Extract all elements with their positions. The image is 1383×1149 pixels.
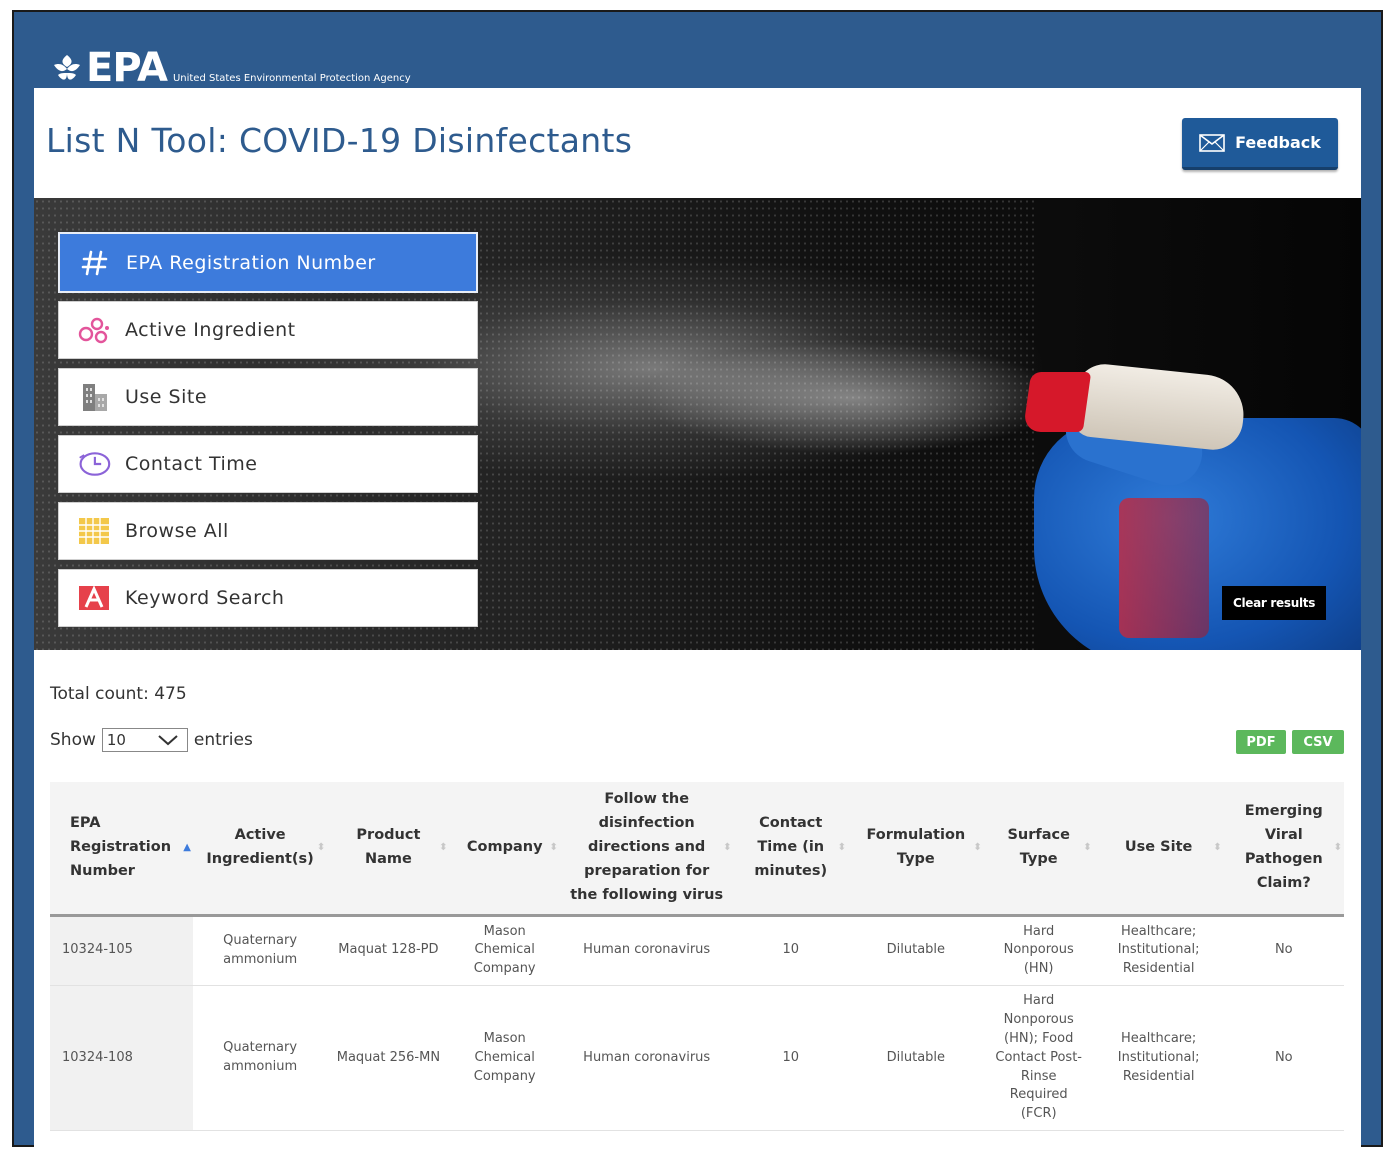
col-company[interactable]: Company ⬍ bbox=[449, 782, 560, 917]
cell-company: Mason Chemical Company bbox=[449, 985, 560, 1132]
menu-item-contact-time[interactable]: Contact Time bbox=[58, 435, 478, 493]
cell-surface-type: Hard Nonporous (HN) bbox=[983, 915, 1094, 987]
entries-select[interactable]: 10 bbox=[101, 728, 188, 752]
entries-label: entries bbox=[193, 730, 253, 750]
menu-label-contact-time: Contact Time bbox=[125, 453, 258, 475]
cell-formulation-type: Dilutable bbox=[847, 985, 984, 1132]
sort-icon: ⬍ bbox=[1213, 841, 1222, 853]
cell-virus: Human coronavirus bbox=[559, 915, 734, 987]
cell-contact-time: 10 bbox=[733, 985, 848, 1132]
cell-company: Mason Chemical Company bbox=[449, 915, 560, 987]
spray-nozzle bbox=[1022, 372, 1092, 432]
sort-icon: ⬍ bbox=[1083, 841, 1092, 853]
cell-registration-number: 10324-108 bbox=[50, 985, 193, 1132]
cell-emerging-pathogen: No bbox=[1223, 985, 1344, 1132]
page-title: List N Tool: COVID-19 Disinfectants bbox=[46, 121, 633, 160]
results-table: EPA Registration Number ▲ Active Ingredie… bbox=[50, 782, 1344, 1132]
sort-icon: ⬍ bbox=[439, 841, 448, 853]
search-menu: EPA Registration Number Active Ingredien… bbox=[58, 232, 478, 636]
col-registration-number[interactable]: EPA Registration Number ▲ bbox=[50, 782, 193, 917]
epa-flower-icon bbox=[54, 55, 80, 80]
clock-icon bbox=[77, 449, 111, 479]
cell-emerging-pathogen: No bbox=[1223, 915, 1344, 987]
cell-virus: Human coronavirus bbox=[559, 985, 734, 1132]
epa-logo[interactable]: EPA United States Environmental Protecti… bbox=[50, 32, 411, 88]
cell-registration-number: 10324-105 bbox=[50, 915, 193, 987]
col-active-ingredient[interactable]: Active Ingredient(s) ⬍ bbox=[192, 782, 328, 917]
menu-label-keyword-search: Keyword Search bbox=[125, 587, 285, 609]
sort-icon: ⬍ bbox=[549, 841, 558, 853]
grid-icon bbox=[77, 516, 111, 546]
page-length-control: Show 10 entries bbox=[50, 728, 253, 752]
menu-item-registration-number[interactable]: EPA Registration Number bbox=[58, 232, 478, 293]
sort-icon: ⬍ bbox=[973, 841, 982, 853]
clear-results-button[interactable]: Clear results bbox=[1222, 586, 1326, 620]
cell-product-name: Maquat 256-MN bbox=[327, 985, 450, 1132]
export-pdf-button[interactable]: PDF bbox=[1236, 730, 1286, 754]
cell-active-ingredient: Quaternary ammonium bbox=[192, 985, 328, 1132]
sort-icon: ⬍ bbox=[837, 841, 846, 853]
chevron-down-icon bbox=[158, 735, 178, 746]
building-icon bbox=[77, 382, 111, 412]
col-product-name[interactable]: Product Name ⬍ bbox=[327, 782, 450, 917]
col-formulation-type[interactable]: Formulation Type ⬍ bbox=[847, 782, 984, 917]
agency-name: United States Environmental Protection A… bbox=[172, 73, 411, 84]
envelope-icon bbox=[1199, 133, 1225, 152]
sort-icon: ⬍ bbox=[316, 841, 326, 853]
menu-item-active-ingredient[interactable]: Active Ingredient bbox=[58, 301, 478, 359]
table-row[interactable]: 10324-108 Quaternary ammonium Maquat 256… bbox=[50, 985, 1344, 1132]
col-virus[interactable]: Follow the disinfection directions and p… bbox=[559, 782, 734, 917]
logo-text: EPA bbox=[86, 45, 168, 91]
menu-label-registration-number: EPA Registration Number bbox=[126, 251, 376, 274]
hero-banner: EPA Registration Number Active Ingredien… bbox=[34, 198, 1361, 650]
sort-asc-icon: ▲ bbox=[183, 841, 191, 853]
cell-product-name: Maquat 128-PD bbox=[327, 915, 450, 987]
cell-active-ingredient: Quaternary ammonium bbox=[192, 915, 328, 987]
menu-item-use-site[interactable]: Use Site bbox=[58, 368, 478, 426]
main-content: List N Tool: COVID-19 Disinfectants Feed… bbox=[34, 88, 1361, 1149]
menu-item-browse-all[interactable]: Browse All bbox=[58, 502, 478, 560]
col-contact-time[interactable]: Contact Time (in minutes) ⬍ bbox=[733, 782, 848, 917]
cell-use-site: Healthcare; Institutional; Residential bbox=[1093, 915, 1224, 987]
total-count: Total count: 475 bbox=[50, 684, 187, 704]
table-header-row: EPA Registration Number ▲ Active Ingredie… bbox=[50, 782, 1344, 917]
hash-icon bbox=[78, 248, 112, 278]
table-row[interactable]: 10324-105 Quaternary ammonium Maquat 128… bbox=[50, 915, 1344, 987]
sort-icon: ⬍ bbox=[723, 841, 732, 853]
title-row: List N Tool: COVID-19 Disinfectants Feed… bbox=[34, 88, 1361, 196]
feedback-label: Feedback bbox=[1235, 133, 1321, 152]
menu-label-active-ingredient: Active Ingredient bbox=[125, 319, 296, 341]
export-csv-button[interactable]: CSV bbox=[1292, 730, 1344, 754]
cell-use-site: Healthcare; Institutional; Residential bbox=[1093, 985, 1224, 1132]
menu-label-browse-all: Browse All bbox=[125, 520, 229, 542]
menu-item-keyword-search[interactable]: Keyword Search bbox=[58, 569, 478, 627]
col-surface-type[interactable]: Surface Type ⬍ bbox=[983, 782, 1094, 917]
cell-formulation-type: Dilutable bbox=[847, 915, 984, 987]
entries-value: 10 bbox=[106, 731, 126, 749]
molecule-icon bbox=[77, 315, 111, 345]
letter-a-icon bbox=[77, 583, 111, 613]
sort-icon: ⬍ bbox=[1333, 841, 1342, 853]
col-emerging-pathogen[interactable]: Emerging Viral Pathogen Claim? ⬍ bbox=[1223, 782, 1344, 917]
show-label: Show bbox=[50, 730, 96, 750]
cell-surface-type: Hard Nonporous (HN); Food Contact Post-R… bbox=[983, 985, 1094, 1132]
page-frame: EPA United States Environmental Protecti… bbox=[12, 10, 1383, 1149]
menu-label-use-site: Use Site bbox=[125, 386, 208, 408]
bottle-neck bbox=[1119, 498, 1209, 638]
feedback-button[interactable]: Feedback bbox=[1182, 118, 1338, 170]
col-use-site[interactable]: Use Site ⬍ bbox=[1093, 782, 1224, 917]
cell-contact-time: 10 bbox=[733, 915, 848, 987]
